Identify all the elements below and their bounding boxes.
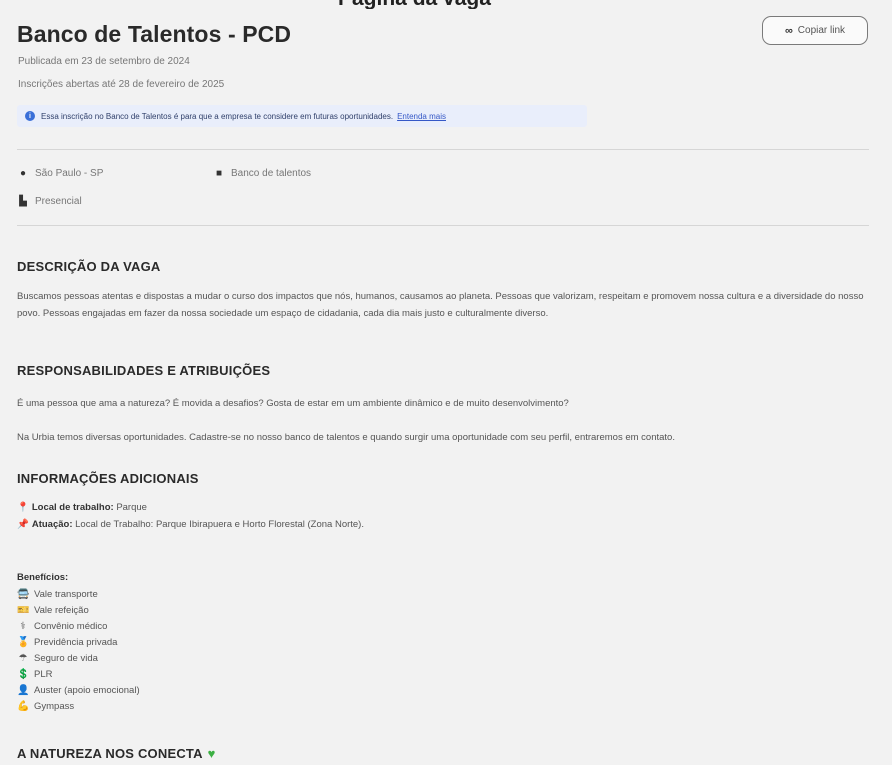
workplace-line: 📍 Local de trabalho: Parque [17,502,147,513]
pin-icon: 📍 [17,502,29,513]
person-icon: 👤 [17,684,30,696]
benefit-label: Convênio médico [34,621,108,633]
workplace-value: Parque [116,502,147,513]
talent-bank-notice: i Essa inscrição no Banco de Talentos é … [17,105,587,127]
benefit-item: 🎫 Vale refeição [17,603,140,619]
benefit-label: Auster (apoio emocional) [34,684,140,696]
attr-job-type: ■ Banco de talentos [214,168,311,179]
ticket-icon: 🎫 [17,605,30,617]
attr-location: ● São Paulo - SP [18,168,103,179]
copy-link-label: Copiar link [797,25,846,36]
benefit-item: 💪 Gympass [17,698,140,714]
benefit-item: ⚕ Convênio médico [17,619,140,635]
acting-line: 📌 Atuação: Local de Trabalho: Parque Ibir… [17,519,364,530]
link-icon: ∞ [784,24,793,37]
building-icon: ▙ [19,196,27,207]
divider [17,225,869,226]
nature-title-text: A NATUREZA NOS CONECTA [17,746,203,761]
learn-more-link[interactable]: Entenda mais [397,112,446,121]
money-icon: 💲 [17,668,30,680]
benefit-item: ☂ Seguro de vida [17,651,140,667]
pushpin-icon: 📌 [17,519,29,530]
responsibilities-title: RESPONSABILIDADES E ATRIBUIÇÕES [17,363,271,378]
info-icon: i [25,111,35,121]
responsibilities-text-1: É uma pessoa que ama a natureza? É movid… [17,398,569,409]
work-mode-text: Presencial [35,196,82,207]
notice-text: Essa inscrição no Banco de Talentos é pa… [41,111,394,121]
health-icon: ⚕ [20,621,26,633]
green-heart-icon: ♥ [207,746,216,761]
job-type-text: Banco de talentos [231,168,312,179]
benefit-item: 🏅 Previdência privada [17,635,140,651]
medal-icon: 🏅 [17,637,30,649]
benefit-label: Seguro de vida [34,653,98,664]
bus-icon: 🚍 [17,589,30,601]
benefit-label: Vale transporte [34,589,98,601]
acting-label: Atuação: [31,519,73,530]
location-text: São Paulo - SP [35,168,104,179]
description-title: DESCRIÇÃO DA VAGA [17,259,161,274]
briefcase-icon: ■ [215,168,223,179]
copy-link-button[interactable]: ∞ Copiar link [762,16,868,45]
benefit-label: PLR [34,668,53,680]
divider [17,149,869,150]
benefit-item: 👤 Auster (apoio emocional) [17,682,140,698]
benefits-title: Benefícios: [17,572,69,583]
location-pin-icon: ● [19,168,27,179]
description-text: Buscamos pessoas atentas e dispostas a m… [17,291,864,319]
benefit-label: Vale refeição [34,605,89,617]
benefit-item: 💲 PLR [17,666,140,682]
umbrella-icon: ☂ [18,653,28,664]
benefit-label: Gympass [34,700,75,712]
benefits-list: 🚍 Vale transporte 🎫 Vale refeição ⚕ Convêni… [17,587,140,714]
registration-deadline: Inscrições abertas até 28 de fevereiro d… [18,79,225,90]
responsibilities-text-2: Na Urbia temos diversas oportunidades. C… [17,432,675,443]
acting-value: Local de Trabalho: Parque Ibirapuera e H… [75,519,364,530]
nature-section-title: A NATUREZA NOS CONECTA ♥ [17,746,216,761]
job-title: Banco de Talentos - PCD [17,21,292,47]
benefit-label: Previdência privada [34,637,118,649]
benefit-item: 🚍 Vale transporte [17,587,140,603]
muscle-icon: 💪 [17,700,30,712]
attr-work-mode: ▙ Presencial [18,196,82,207]
published-date: Publicada em 23 de setembro de 2024 [18,56,190,67]
additional-info-title: INFORMAÇÕES ADICIONAIS [17,471,199,486]
workplace-label: Local de trabalho: [31,502,114,513]
job-page: Banco de Talentos - PCD ∞ Copiar link Pu… [0,0,892,765]
